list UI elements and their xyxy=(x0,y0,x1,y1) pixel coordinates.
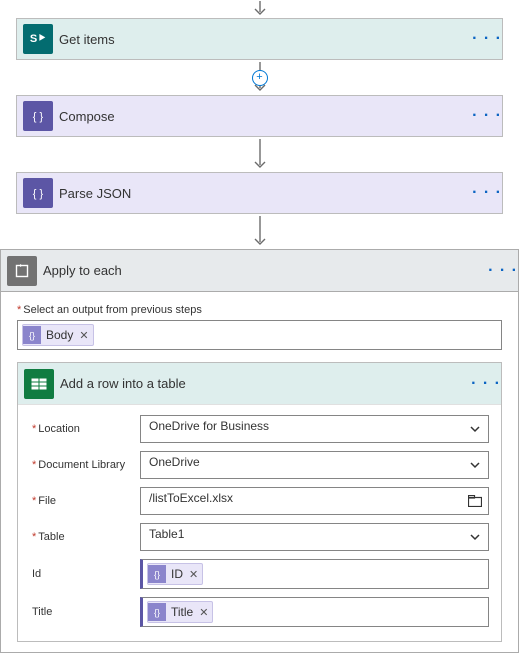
step-title: Apply to each xyxy=(43,263,488,278)
library-select[interactable]: OneDrive xyxy=(140,451,489,479)
step-title: Add a row into a table xyxy=(60,376,471,391)
token-id[interactable]: {} ID ✕ xyxy=(147,563,203,585)
step-menu-button[interactable]: · · · xyxy=(472,30,502,48)
loop-icon xyxy=(7,256,37,286)
token-icon: {} xyxy=(23,326,41,344)
step-menu-button[interactable]: · · · xyxy=(472,184,502,202)
table-select[interactable]: Table1 xyxy=(140,523,489,551)
step-parse-json[interactable]: { } Parse JSON · · · xyxy=(16,172,503,214)
token-icon: {} xyxy=(148,603,166,621)
token-label: Body xyxy=(46,328,73,342)
id-label: Id xyxy=(30,568,140,580)
flow-arrow-icon xyxy=(253,139,267,171)
step-menu-button[interactable]: · · · xyxy=(488,262,518,280)
add-row-header[interactable]: Add a row into a table · · · xyxy=(18,363,501,405)
token-remove-button[interactable]: ✕ xyxy=(189,568,198,581)
output-select-input[interactable]: {} Body ✕ xyxy=(17,320,502,350)
svg-text:{ }: { } xyxy=(33,111,44,123)
step-apply-to-each: Apply to each · · · *Select an output fr… xyxy=(0,249,519,653)
title-input[interactable]: {} Title ✕ xyxy=(140,597,489,627)
svg-text:{ }: { } xyxy=(33,188,44,200)
output-select-label: *Select an output from previous steps xyxy=(17,304,502,316)
apply-to-each-header[interactable]: Apply to each · · · xyxy=(1,250,518,292)
add-step-button[interactable]: + xyxy=(252,70,268,86)
table-label: *Table xyxy=(30,531,140,543)
compose-icon: { } xyxy=(23,101,53,131)
id-input[interactable]: {} ID ✕ xyxy=(140,559,489,589)
step-get-items[interactable]: S⯈ Get items · · · xyxy=(16,18,503,60)
location-select[interactable]: OneDrive for Business xyxy=(140,415,489,443)
location-label: *Location xyxy=(30,423,140,435)
parse-json-icon: { } xyxy=(23,178,53,208)
svg-text:{}: {} xyxy=(29,331,35,341)
flow-arrow-icon xyxy=(253,1,267,17)
token-label: Title xyxy=(171,605,193,619)
sharepoint-icon: S⯈ xyxy=(23,24,53,54)
token-remove-button[interactable]: ✕ xyxy=(199,606,208,619)
token-remove-button[interactable]: ✕ xyxy=(79,329,88,342)
step-title: Parse JSON xyxy=(59,186,472,201)
step-menu-button[interactable]: · · · xyxy=(471,375,501,393)
file-label: *File xyxy=(30,495,140,507)
step-add-row: Add a row into a table · · · *Location O… xyxy=(17,362,502,642)
title-label: Title xyxy=(30,606,140,618)
svg-text:{}: {} xyxy=(154,608,160,618)
svg-text:{}: {} xyxy=(154,570,160,580)
token-body[interactable]: {} Body ✕ xyxy=(22,324,94,346)
step-title: Get items xyxy=(59,32,472,47)
token-icon: {} xyxy=(148,565,166,583)
flow-arrow-icon xyxy=(253,216,267,248)
file-input[interactable]: /listToExcel.xlsx xyxy=(140,487,489,515)
token-title[interactable]: {} Title ✕ xyxy=(147,601,213,623)
step-menu-button[interactable]: · · · xyxy=(472,107,502,125)
step-title: Compose xyxy=(59,109,472,124)
step-compose[interactable]: { } Compose · · · xyxy=(16,95,503,137)
token-label: ID xyxy=(171,567,183,581)
library-label: *Document Library xyxy=(30,459,140,471)
excel-icon xyxy=(24,369,54,399)
